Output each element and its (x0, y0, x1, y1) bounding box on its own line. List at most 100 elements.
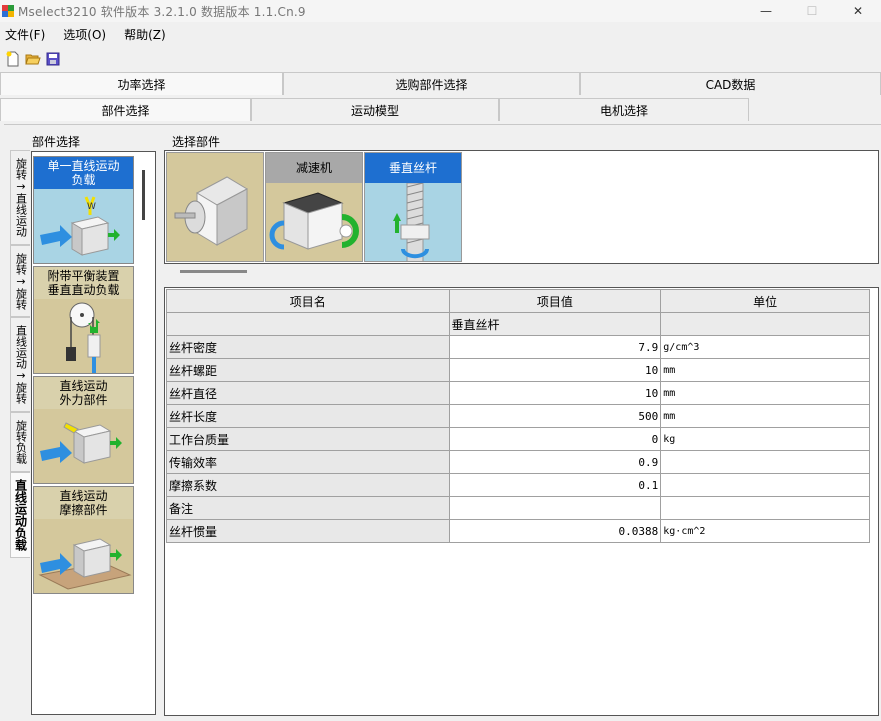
toolbar (0, 48, 881, 70)
row-value[interactable]: 10 (448, 381, 662, 405)
table-row: 摩擦系数 0.1 (166, 473, 870, 497)
reducer-icon (266, 183, 362, 261)
row-unit: g/cm^3 (660, 335, 870, 359)
vtab-rotation-to-linear[interactable]: 旋转→直线运动 (10, 150, 30, 245)
window-title: Mselect3210 软件版本 3.2.1.0 数据版本 1.1.Cn.9 (18, 4, 306, 19)
part-card-title: 单一直线运动 负载 (34, 157, 133, 189)
selected-part-vertical-screw[interactable]: 垂直丝杆 (364, 152, 462, 262)
tab-cad-data[interactable]: CAD数据 (580, 72, 881, 95)
menu-help[interactable]: 帮助(Z) (119, 26, 171, 43)
row-value[interactable]: 7.9 (448, 335, 662, 359)
header-unit[interactable]: 单位 (660, 289, 870, 313)
row-name: 丝杆惯量 (166, 519, 450, 543)
tab-optional-parts[interactable]: 选购部件选择 (283, 72, 580, 95)
menu-options[interactable]: 选项(O) (58, 26, 111, 43)
close-button[interactable]: ✕ (835, 0, 881, 22)
row-value[interactable]: 0.1 (448, 473, 662, 497)
grid-header-row: 项目名 项目值 单位 (166, 289, 870, 313)
part-list: 单一直线运动 负载 W 附带平衡装置 垂直直动负载 直线运动 外力部件 直线运动… (31, 151, 156, 715)
row-name: 丝杆直径 (166, 381, 450, 405)
row-unit (660, 473, 870, 497)
part-card-linear-friction[interactable]: 直线运动 摩擦部件 (33, 486, 134, 594)
row-value[interactable]: 0 (448, 427, 662, 451)
table-row: 备注 (166, 496, 870, 520)
row-name: 丝杆螺距 (166, 358, 450, 382)
table-row: 丝杆惯量 0.0388 kg·cm^2 (166, 519, 870, 543)
part-list-label: 部件选择 (32, 135, 81, 149)
vtab-linear-to-rotation[interactable]: 直线运动→旋转 (10, 317, 30, 412)
row-name: 丝杆密度 (166, 335, 450, 359)
subheader-blank (166, 312, 450, 336)
new-file-button[interactable] (3, 50, 23, 68)
header-item-value[interactable]: 项目值 (448, 289, 662, 313)
part-card-linear-external-force[interactable]: 直线运动 外力部件 (33, 376, 134, 484)
row-name: 传输效率 (166, 450, 450, 474)
row-unit: kg·cm^2 (660, 519, 870, 543)
counterbalance-icon (34, 299, 133, 373)
row-name: 丝杆长度 (166, 404, 450, 428)
vtab-linear-load[interactable]: 直线运动负载 (10, 472, 30, 558)
title-bar: Mselect3210 软件版本 3.2.1.0 数据版本 1.1.Cn.9 —… (0, 0, 881, 22)
menu-bar: 文件(F) 选项(O) 帮助(Z) (0, 24, 881, 44)
vtab-rotation-to-rotation[interactable]: 旋转→旋转 (10, 245, 30, 317)
row-value[interactable]: 0.9 (448, 450, 662, 474)
save-button[interactable] (43, 50, 63, 68)
part-card-title: 附带平衡装置 垂直直动负载 (34, 267, 133, 299)
main-panel: 旋转→直线运动 旋转→旋转 直线运动→旋转 旋转负载 直线运动负载 部件选择 单… (4, 124, 881, 721)
row-unit (660, 450, 870, 474)
row-value[interactable]: 0.0388 (448, 519, 662, 543)
vertical-tab-strip: 旋转→直线运动 旋转→旋转 直线运动→旋转 旋转负载 直线运动负载 (10, 150, 32, 590)
part-card-title: 直线运动 外力部件 (34, 377, 133, 409)
panel-splitter[interactable] (180, 270, 247, 273)
maximize-button[interactable]: ☐ (789, 0, 835, 22)
vtab-rotation-load[interactable]: 旋转负载 (10, 412, 30, 472)
row-unit: mm (660, 358, 870, 382)
open-file-button[interactable] (23, 50, 43, 68)
selected-parts-label: 选择部件 (172, 135, 221, 149)
part-card-title: 直线运动 摩擦部件 (34, 487, 133, 519)
save-icon (46, 52, 60, 66)
header-item-name[interactable]: 项目名 (166, 289, 450, 313)
menu-file[interactable]: 文件(F) (0, 26, 50, 43)
table-row: 传输效率 0.9 (166, 450, 870, 474)
tab-motion-model[interactable]: 运动模型 (251, 98, 499, 121)
part-card-counterbalance-vertical-load[interactable]: 附带平衡装置 垂直直动负载 (33, 266, 134, 374)
row-value[interactable] (448, 496, 662, 520)
top-tab-row: 功率选择 选购部件选择 CAD数据 (0, 72, 881, 95)
subheader-blank-unit (660, 312, 870, 336)
external-force-icon (34, 409, 133, 483)
selected-part-title: 减速机 (266, 153, 362, 183)
friction-icon (34, 519, 133, 593)
property-grid: 项目名 项目值 单位 垂直丝杆 丝杆密度 7.9 g/cm^3 丝杆螺距 10 … (166, 289, 870, 543)
folder-open-icon (25, 54, 41, 65)
part-list-scrollbar[interactable] (142, 170, 145, 220)
subheader-part-name: 垂直丝杆 (448, 312, 662, 336)
selected-part-reducer[interactable]: 减速机 (265, 152, 363, 262)
svg-text:W: W (87, 202, 96, 212)
property-grid-box: 项目名 项目值 单位 垂直丝杆 丝杆密度 7.9 g/cm^3 丝杆螺距 10 … (164, 287, 879, 716)
second-tab-row: 部件选择 运动模型 电机选择 (0, 98, 881, 121)
selected-part-title: 垂直丝杆 (365, 153, 461, 183)
app-logo-icon (2, 5, 14, 17)
row-value[interactable]: 10 (448, 358, 662, 382)
new-file-icon (6, 51, 19, 67)
table-row: 工作台质量 0 kg (166, 427, 870, 451)
table-row: 丝杆密度 7.9 g/cm^3 (166, 335, 870, 359)
tab-part-selection[interactable]: 部件选择 (0, 98, 251, 121)
tab-motor-selection[interactable]: 电机选择 (499, 98, 749, 121)
minimize-button[interactable]: — (743, 0, 789, 22)
part-card-single-linear-load[interactable]: 单一直线运动 负载 W (33, 156, 134, 264)
table-row: 丝杆螺距 10 mm (166, 358, 870, 382)
linear-load-icon: W (34, 189, 133, 263)
tab-power-selection[interactable]: 功率选择 (0, 72, 283, 95)
row-unit: mm (660, 404, 870, 428)
table-row: 丝杆长度 500 mm (166, 404, 870, 428)
grid-subheader-row: 垂直丝杆 (166, 312, 870, 336)
selected-part-motor[interactable] (166, 152, 264, 262)
row-name: 备注 (166, 496, 450, 520)
row-unit: mm (660, 381, 870, 405)
row-unit (660, 496, 870, 520)
row-value[interactable]: 500 (448, 404, 662, 428)
row-name: 工作台质量 (166, 427, 450, 451)
selected-parts-box: 减速机 垂直丝杆 (164, 150, 879, 264)
